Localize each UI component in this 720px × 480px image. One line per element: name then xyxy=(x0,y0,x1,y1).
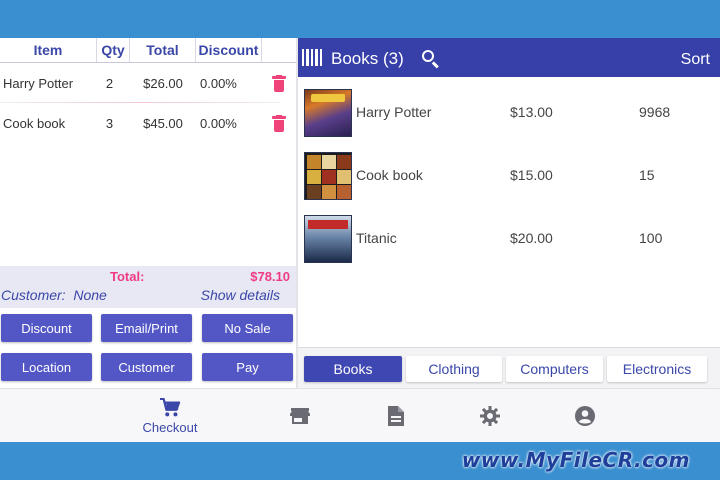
tab-books[interactable]: Books xyxy=(304,356,402,382)
cart-header: Item Qty Total Discount xyxy=(0,38,296,63)
tab-computers[interactable]: Computers xyxy=(506,356,603,382)
nav-store[interactable] xyxy=(280,389,320,443)
show-details-link[interactable]: Show details xyxy=(201,287,280,303)
no-sale-button[interactable]: No Sale xyxy=(202,314,293,342)
product-price: $13.00 xyxy=(510,104,553,120)
product-row[interactable]: Cook book $15.00 15 xyxy=(298,151,720,201)
gear-icon xyxy=(480,406,500,426)
catalog-panel: Books (3) Sort Harry Potter $13.00 9968 xyxy=(298,38,720,388)
product-stock: 9968 xyxy=(639,104,671,120)
product-stock: 100 xyxy=(639,230,663,246)
cart-item-discount[interactable]: 0.00% xyxy=(196,116,262,131)
catalog-title: Books (3) xyxy=(331,49,404,68)
product-name: Titanic xyxy=(356,230,397,246)
header-item[interactable]: Item xyxy=(0,38,97,62)
pay-button[interactable]: Pay xyxy=(202,353,293,381)
cart-item-discount[interactable]: 0.00% xyxy=(196,76,262,91)
tab-electronics[interactable]: Electronics xyxy=(607,356,707,382)
category-tabs: Books Clothing Computers Electronics xyxy=(298,347,720,388)
product-thumbnail xyxy=(304,152,352,200)
customer-button[interactable]: Customer xyxy=(101,353,192,381)
cart-row[interactable]: Harry Potter 2 $26.00 0.00% xyxy=(0,63,296,103)
bottom-nav: Checkout xyxy=(0,388,720,442)
email-print-button[interactable]: Email/Print xyxy=(101,314,192,342)
cart-item-qty[interactable]: 2 xyxy=(97,76,130,91)
store-icon xyxy=(290,408,310,424)
nav-checkout[interactable]: Checkout xyxy=(130,389,210,443)
cart-item-total: $26.00 xyxy=(143,75,183,91)
cart-item-name: Harry Potter xyxy=(3,75,74,91)
customer-value: None xyxy=(73,287,107,303)
product-name: Cook book xyxy=(356,167,423,183)
nav-settings[interactable] xyxy=(470,389,510,443)
document-icon xyxy=(388,406,404,426)
cart-item-name: Cook book xyxy=(3,115,66,131)
product-row[interactable]: Titanic $20.00 100 xyxy=(298,214,720,264)
product-row[interactable]: Harry Potter $13.00 9968 xyxy=(298,88,720,138)
product-price: $15.00 xyxy=(510,167,553,183)
trash-icon xyxy=(272,114,286,132)
total-label: Total: xyxy=(110,269,145,284)
header-total[interactable]: Total xyxy=(130,38,196,62)
product-stock: 15 xyxy=(639,167,655,183)
product-thumbnail xyxy=(304,215,352,263)
watermark: www.MyFileCR.com xyxy=(461,448,690,472)
header-discount[interactable]: Discount xyxy=(196,38,262,62)
barcode-icon[interactable] xyxy=(302,49,322,66)
catalog-toolbar: Books (3) Sort xyxy=(298,38,720,77)
cart-item-qty[interactable]: 3 xyxy=(97,116,130,131)
totals-panel: Total: $78.10 Customer: None Show detail… xyxy=(0,266,296,308)
account-icon xyxy=(575,406,595,426)
nav-checkout-label: Checkout xyxy=(142,419,198,435)
discount-button[interactable]: Discount xyxy=(1,314,92,342)
nav-reports[interactable] xyxy=(376,389,416,443)
cart-row[interactable]: Cook book 3 $45.00 0.00% xyxy=(0,103,296,143)
header-qty[interactable]: Qty xyxy=(97,38,130,62)
product-name: Harry Potter xyxy=(356,104,432,120)
sort-button[interactable]: Sort xyxy=(681,51,710,69)
customer-label: Customer: None xyxy=(1,287,107,303)
total-value: $78.10 xyxy=(250,269,290,284)
cart-icon xyxy=(160,397,181,416)
header-blank xyxy=(262,38,296,62)
delete-button[interactable] xyxy=(262,74,296,92)
trash-icon xyxy=(272,74,286,92)
product-price: $20.00 xyxy=(510,230,553,246)
product-thumbnail xyxy=(304,89,352,137)
nav-account[interactable] xyxy=(565,389,605,443)
delete-button[interactable] xyxy=(262,114,296,132)
cart-panel: Item Qty Total Discount Harry Potter 2 $… xyxy=(0,38,296,388)
location-button[interactable]: Location xyxy=(1,353,92,381)
tab-clothing[interactable]: Clothing xyxy=(406,356,502,382)
cart-item-total: $45.00 xyxy=(143,115,183,131)
search-icon[interactable] xyxy=(422,50,440,69)
pos-app: Item Qty Total Discount Harry Potter 2 $… xyxy=(0,38,720,442)
